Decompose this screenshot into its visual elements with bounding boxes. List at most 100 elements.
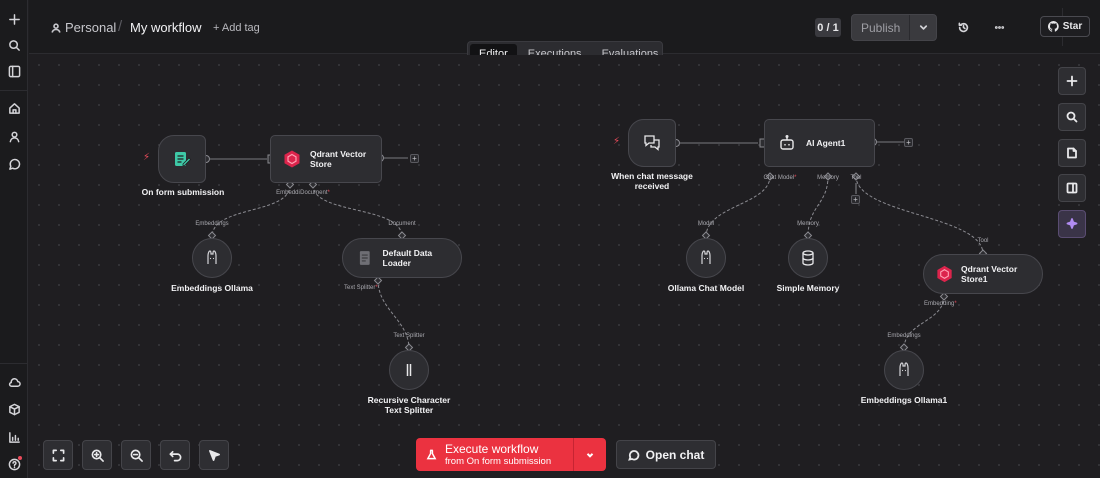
node-label: Embeddings Ollama1 (860, 395, 948, 405)
open-chat-label: Open chat (645, 447, 705, 462)
node-embeddings-ollama[interactable] (192, 238, 232, 278)
panel-icon (1066, 182, 1078, 194)
add-node-button[interactable]: + (904, 138, 913, 147)
execute-workflow-button[interactable]: Execute workflow from On form submission (416, 438, 606, 471)
trigger-bolt-icon: ⚡ (613, 136, 621, 147)
left-rail (0, 0, 28, 478)
port-label: Memory (817, 175, 839, 181)
port-label: Document* (297, 190, 333, 196)
ollama-icon (701, 250, 711, 264)
node-title: Default Data Loader (382, 248, 433, 268)
node-ai-agent[interactable]: AI Agent1 (764, 119, 875, 167)
database-icon (802, 250, 814, 266)
required-marker: * (375, 285, 378, 291)
plus-icon[interactable] (5, 10, 23, 28)
open-chat-button[interactable]: Open chat (616, 440, 716, 469)
node-title: Qdrant Vector Store1 (961, 264, 1018, 284)
search-nodes-button[interactable] (1058, 103, 1086, 131)
chat-bubble-icon (644, 135, 660, 151)
execute-label: Execute workflow (445, 441, 539, 456)
publish-button[interactable]: Publish (851, 14, 937, 41)
port-label-text: Text Splitter (344, 285, 376, 291)
undo-button[interactable] (160, 440, 190, 470)
pointer-icon (208, 449, 220, 461)
node-qdrant-vector-store-1[interactable]: Qdrant Vector Store1 (923, 254, 1043, 294)
breadcrumb-separator: / (118, 18, 123, 35)
ai-assistant-button[interactable] (1058, 210, 1086, 238)
port-label: Tool (850, 175, 862, 181)
version-counter: 0 / 1 (815, 18, 841, 37)
zoom-plus-icon (1066, 75, 1078, 87)
required-marker: * (327, 190, 330, 196)
help-icon[interactable] (5, 455, 23, 473)
add-tool-button[interactable]: + (851, 195, 860, 204)
node-form-trigger[interactable] (158, 135, 206, 183)
fit-view-button[interactable] (43, 440, 73, 470)
zoom-out-button[interactable] (121, 440, 151, 470)
chart-icon[interactable] (5, 428, 23, 446)
port-label: Embedding* (924, 301, 968, 307)
history-icon[interactable] (955, 19, 971, 35)
user-icon[interactable] (5, 127, 23, 145)
home-icon[interactable] (5, 99, 23, 117)
ollama-icon (207, 250, 217, 264)
ai-sparkle-icon (1066, 218, 1078, 229)
node-label-line: received (634, 181, 670, 191)
zoom-in-button[interactable] (82, 440, 112, 470)
port-label: Chat Model* (760, 175, 800, 181)
execute-dropdown[interactable] (573, 438, 606, 471)
port-label: Embeddings (195, 221, 229, 227)
chat-icon (627, 449, 639, 461)
port-label-text: Embedding (924, 301, 955, 307)
notification-dot (18, 456, 22, 460)
add-tag-button[interactable]: + Add tag (213, 22, 260, 34)
github-icon (1047, 21, 1059, 32)
workflow-name[interactable]: My workflow (130, 20, 202, 35)
publish-dropdown[interactable] (909, 15, 936, 40)
port-label-text: Document (300, 190, 328, 196)
chevron-down-icon (919, 25, 927, 30)
search-icon[interactable] (5, 36, 23, 54)
port-label: Text Splitter* (344, 285, 392, 291)
node-title: Qdrant Vector (310, 149, 367, 159)
node-label-line: Recursive Character (367, 395, 451, 405)
chat-icon[interactable] (5, 155, 23, 173)
box-icon[interactable] (5, 400, 23, 418)
node-label: Embeddings Ollama (171, 283, 253, 293)
required-marker: * (954, 301, 957, 307)
toggle-panel-button[interactable] (1058, 174, 1086, 202)
cloud-icon[interactable] (5, 373, 23, 391)
node-title: AI Agent1 (806, 138, 846, 148)
panel-icon[interactable] (5, 62, 23, 80)
required-marker: * (794, 175, 797, 181)
node-label: Recursive Character Text Splitter (350, 395, 468, 415)
port-label: Memory (797, 221, 819, 227)
trigger-bolt-icon: ⚡ (143, 152, 151, 163)
add-node-panel-button[interactable] (1058, 67, 1086, 95)
add-node-button[interactable]: + (410, 154, 419, 163)
node-embeddings-ollama-1[interactable] (884, 350, 924, 390)
node-label-line: When chat message (611, 171, 693, 181)
fit-view-icon (52, 449, 64, 461)
node-qdrant-vector-store[interactable]: Qdrant Vector Store (270, 135, 382, 183)
add-note-button[interactable] (1058, 139, 1086, 167)
pointer-mode-button[interactable] (199, 440, 229, 470)
node-chat-trigger[interactable] (628, 119, 676, 167)
port-label: Model (697, 221, 715, 227)
node-title: Store (310, 159, 332, 169)
zoom-in-icon (91, 449, 104, 462)
node-simple-memory[interactable] (788, 238, 828, 278)
breadcrumb-project[interactable]: Personal (51, 20, 116, 35)
node-label: Simple Memory (776, 283, 840, 293)
qdrant-icon (937, 265, 952, 283)
node-text-splitter[interactable] (389, 350, 429, 390)
execute-sublabel: from On form submission (445, 455, 552, 467)
node-ollama-chat-model[interactable] (686, 238, 726, 278)
port-label-text: Chat Model (763, 175, 795, 181)
github-star-button[interactable]: Star (1040, 16, 1090, 37)
node-default-data-loader[interactable]: Default Data Loader (342, 238, 462, 278)
zoom-out-icon (130, 449, 143, 462)
more-options-icon[interactable] (991, 19, 1007, 35)
flask-icon (426, 449, 437, 460)
execute-main[interactable]: Execute workflow from On form submission (416, 438, 573, 471)
